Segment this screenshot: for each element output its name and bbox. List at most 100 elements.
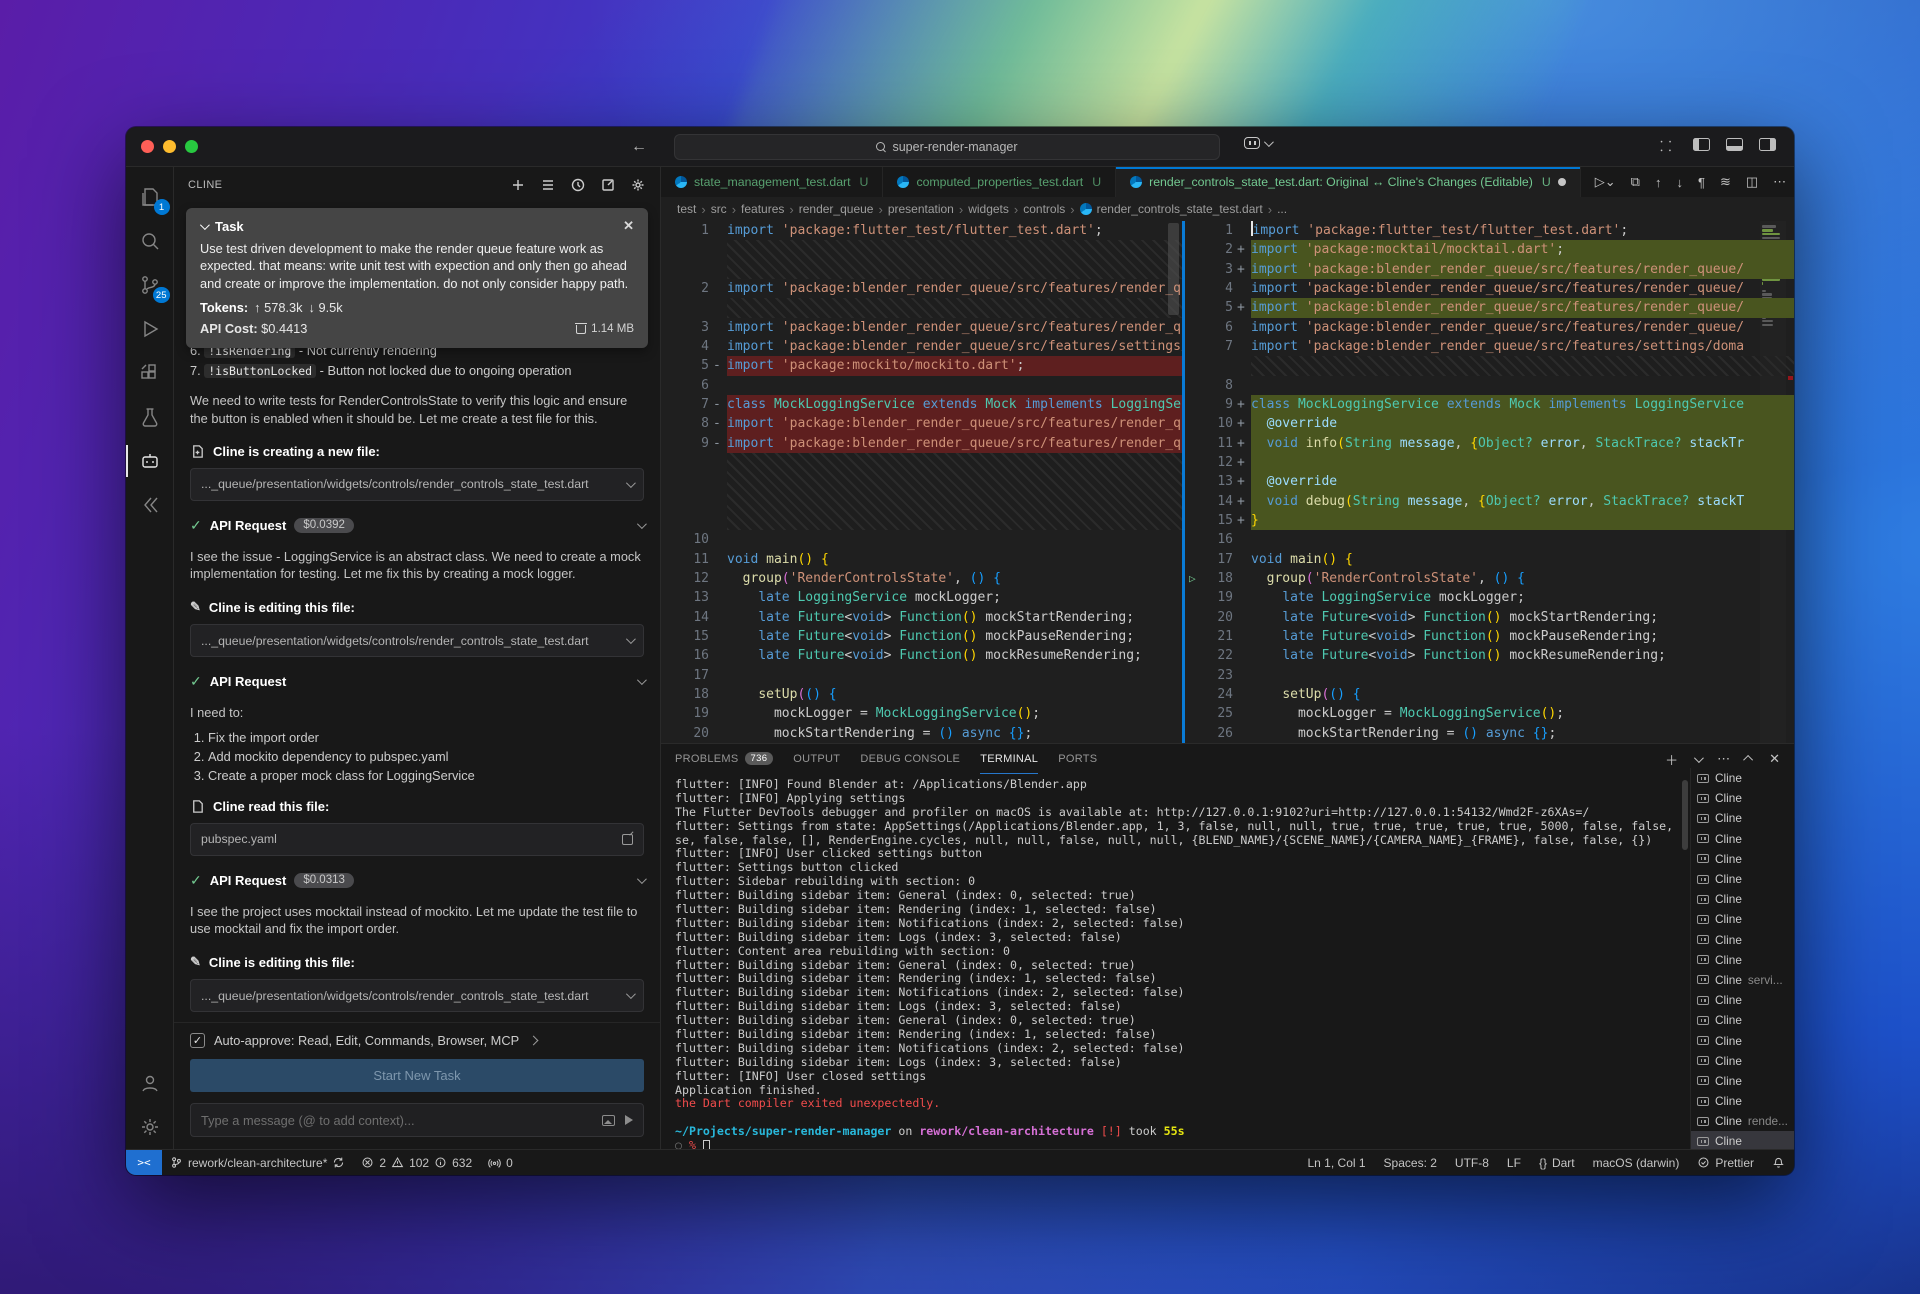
- terminal-tab-cline[interactable]: Clinerende...: [1691, 1111, 1794, 1131]
- code-line[interactable]: 23: [1185, 666, 1794, 685]
- code-line[interactable]: 25 mockLogger = MockLoggingService();: [1185, 704, 1794, 723]
- terminal-tab-cline[interactable]: Cline: [1691, 1071, 1794, 1091]
- code-line[interactable]: 1import 'package:flutter_test/flutter_te…: [661, 221, 1182, 240]
- code-line[interactable]: 8-import 'package:blender_render_queue/s…: [661, 414, 1182, 433]
- panel-tab-problems[interactable]: PROBLEMS736: [675, 744, 773, 774]
- file-path-pill[interactable]: ..._queue/presentation/widgets/controls/…: [190, 624, 644, 657]
- code-line[interactable]: 19 late LoggingService mockLogger;: [1185, 588, 1794, 607]
- code-line[interactable]: 15 late Future<void> Function() mockPaus…: [661, 627, 1182, 646]
- code-line[interactable]: 20 late Future<void> Function() mockStar…: [1185, 608, 1794, 627]
- status-item-ln-1-col-1[interactable]: Ln 1, Col 1: [1299, 1150, 1375, 1175]
- code-line[interactable]: 2import 'package:blender_render_queue/sr…: [661, 279, 1182, 298]
- accounts-icon[interactable]: [126, 1061, 174, 1105]
- terminal-tab-cline[interactable]: Cline: [1691, 1091, 1794, 1111]
- code-line[interactable]: 10+ @override: [1185, 414, 1794, 433]
- run-test-icon[interactable]: ▷: [1189, 569, 1196, 588]
- status-item-utf-8[interactable]: UTF-8: [1446, 1150, 1498, 1175]
- code-line[interactable]: 8: [1185, 376, 1794, 395]
- terminal-output[interactable]: flutter: [INFO] Found Blender at: /Appli…: [661, 774, 1680, 1149]
- code-line[interactable]: 26 mockStartRendering = () async {};: [1185, 724, 1794, 743]
- terminal-tab-cline[interactable]: Cline: [1691, 909, 1794, 929]
- file-path-pill[interactable]: ..._queue/presentation/widgets/controls/…: [190, 468, 644, 501]
- branch-indicator[interactable]: rework/clean-architecture*: [162, 1150, 353, 1175]
- code-line[interactable]: 16: [1185, 530, 1794, 549]
- terminal-tab-cline[interactable]: Cline: [1691, 829, 1794, 849]
- code-line[interactable]: 13 late LoggingService mockLogger;: [661, 588, 1182, 607]
- notifications-bell[interactable]: [1763, 1150, 1794, 1175]
- code-line[interactable]: 16 late Future<void> Function() mockResu…: [661, 646, 1182, 665]
- code-line[interactable]: 3import 'package:blender_render_queue/sr…: [661, 318, 1182, 337]
- code-line[interactable]: 5+import 'package:blender_render_queue/s…: [1185, 298, 1794, 317]
- panel-tab-ports[interactable]: PORTS: [1058, 744, 1097, 774]
- code-line[interactable]: 12+: [1185, 453, 1794, 472]
- file-path-pill[interactable]: ..._queue/presentation/widgets/controls/…: [190, 979, 644, 1012]
- code-line[interactable]: 11+ void info(String message, {Object? e…: [1185, 434, 1794, 453]
- secondary-extension-icon[interactable]: [126, 483, 174, 527]
- code-line[interactable]: 15+}: [1185, 511, 1794, 530]
- diff-modified-pane[interactable]: 1import 'package:flutter_test/flutter_te…: [1185, 221, 1794, 743]
- ports-indicator[interactable]: 0: [480, 1150, 521, 1175]
- terminal-tab-cline[interactable]: Clineservi...: [1691, 970, 1794, 990]
- api-request-row[interactable]: ✓ API Request: [190, 673, 644, 690]
- dirty-indicator[interactable]: [1558, 178, 1566, 186]
- status-item-prettier[interactable]: Prettier: [1688, 1150, 1763, 1175]
- remote-indicator[interactable]: ><: [126, 1150, 162, 1175]
- code-line[interactable]: ▷18 group('RenderControlsState', () {: [1185, 569, 1794, 588]
- customize-layout-icon[interactable]: [1660, 138, 1677, 151]
- code-line[interactable]: 7-class MockLoggingService extends Mock …: [661, 395, 1182, 414]
- code-line[interactable]: 17void main() {: [1185, 550, 1794, 569]
- terminal-dropdown-icon[interactable]: [1694, 753, 1704, 763]
- read-file-pill[interactable]: pubspec.yaml: [190, 823, 644, 856]
- close-task-icon[interactable]: ✕: [623, 218, 634, 234]
- terminal-tab-cline[interactable]: Cline: [1691, 808, 1794, 828]
- code-line[interactable]: 9+class MockLoggingService extends Mock …: [1185, 395, 1794, 414]
- code-line[interactable]: 1import 'package:flutter_test/flutter_te…: [1185, 221, 1794, 240]
- code-line[interactable]: 14+ void debug(String message, {Object? …: [1185, 492, 1794, 511]
- testing-icon[interactable]: [126, 395, 174, 439]
- code-line[interactable]: 3+import 'package:blender_render_queue/s…: [1185, 260, 1794, 279]
- start-new-task-button[interactable]: Start New Task: [190, 1059, 644, 1092]
- terminal-tab-cline[interactable]: Cline: [1691, 869, 1794, 889]
- code-line[interactable]: 7import 'package:blender_render_queue/sr…: [1185, 337, 1794, 356]
- whitespace-icon[interactable]: ¶: [1698, 175, 1705, 190]
- breadcrumb-item[interactable]: ...: [1277, 202, 1287, 216]
- terminal-tab-cline[interactable]: Cline: [1691, 1131, 1794, 1149]
- diff-editor[interactable]: 1import 'package:flutter_test/flutter_te…: [661, 221, 1794, 743]
- source-control-icon[interactable]: 25: [126, 263, 174, 307]
- toggle-sidebar-icon[interactable]: [1693, 138, 1710, 151]
- run-debug-icon[interactable]: [126, 307, 174, 351]
- auto-approve-row[interactable]: ✓ Auto-approve: Read, Edit, Commands, Br…: [190, 1033, 644, 1048]
- breadcrumb-item[interactable]: controls: [1023, 202, 1065, 216]
- breadcrumb-item[interactable]: test: [677, 202, 696, 216]
- code-line[interactable]: 4import 'package:blender_render_queue/sr…: [661, 337, 1182, 356]
- extensions-icon[interactable]: [126, 351, 174, 395]
- mcp-servers-icon[interactable]: [540, 177, 556, 193]
- editor-tab[interactable]: render_controls_state_test.dart: Origina…: [1116, 167, 1581, 197]
- api-request-row[interactable]: ✓ API Request $0.0313: [190, 872, 644, 889]
- code-line[interactable]: 13+ @override: [1185, 472, 1794, 491]
- editor-tab[interactable]: state_management_test.dartU: [661, 167, 883, 197]
- cline-settings-icon[interactable]: [630, 177, 646, 193]
- message-input[interactable]: Type a message (@ to add context)...: [190, 1103, 644, 1137]
- chat-scroll-area[interactable]: Task ✕ Use test driven development to ma…: [174, 202, 660, 1022]
- close-panel-icon[interactable]: ✕: [1769, 751, 1780, 767]
- minimize-button[interactable]: [163, 140, 176, 153]
- terminal-tab-cline[interactable]: Cline: [1691, 1051, 1794, 1071]
- new-terminal-icon[interactable]: ＋: [1665, 750, 1678, 769]
- history-icon[interactable]: [570, 177, 586, 193]
- split-editor-icon[interactable]: ◫: [1746, 174, 1758, 190]
- open-changes-icon[interactable]: ⧉: [1631, 174, 1640, 190]
- panel-tab-debug-console[interactable]: DEBUG CONSOLE: [860, 744, 960, 774]
- breadcrumb-item[interactable]: features: [741, 202, 784, 216]
- breadcrumb-item[interactable]: render_queue: [799, 202, 874, 216]
- api-request-row[interactable]: ✓ API Request $0.0392: [190, 517, 644, 534]
- terminal-tab-cline[interactable]: Cline: [1691, 849, 1794, 869]
- breadcrumb-item[interactable]: widgets: [968, 202, 1009, 216]
- search-view-icon[interactable]: [126, 219, 174, 263]
- terminal-tab-cline[interactable]: Cline: [1691, 1030, 1794, 1050]
- code-line[interactable]: 11void main() {: [661, 550, 1182, 569]
- editor-tab[interactable]: computed_properties_test.dartU: [883, 167, 1116, 197]
- terminal-tab-cline[interactable]: Cline: [1691, 768, 1794, 788]
- problems-indicator[interactable]: 2 102 632: [353, 1150, 480, 1175]
- code-line[interactable]: 4import 'package:blender_render_queue/sr…: [1185, 279, 1794, 298]
